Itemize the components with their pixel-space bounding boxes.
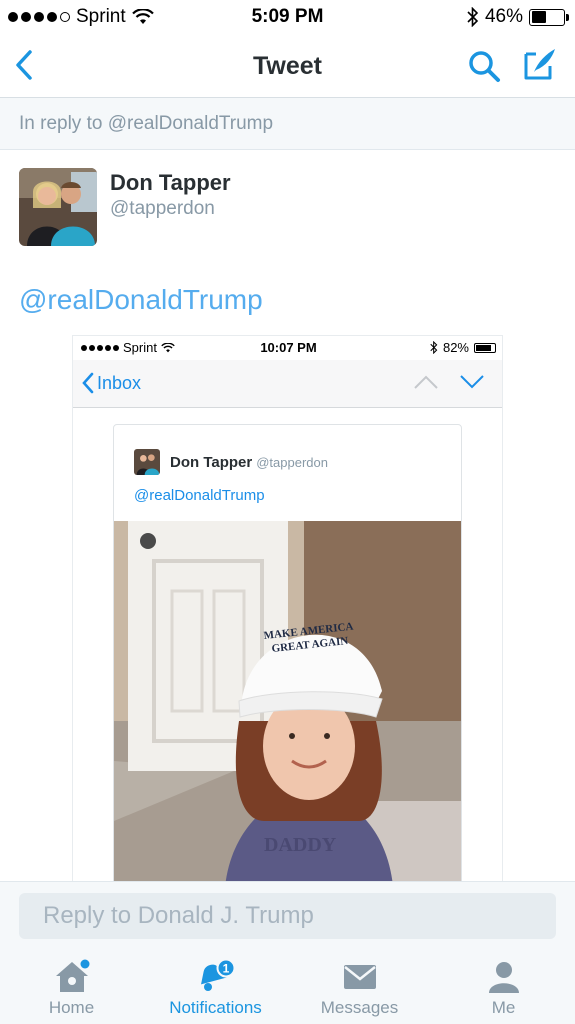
media-tweet-card: Don Tapper @tapperdon @realDonaldTrump MA…	[113, 424, 462, 881]
envelope-icon	[343, 965, 376, 989]
media-author-handle: @tapperdon	[256, 455, 328, 470]
child-photo-image: MAKE AMERICA GREAT AGAIN DADDY	[114, 521, 461, 881]
reply-context-bar[interactable]: In reply to @realDonaldTrump	[0, 98, 575, 150]
media-author-line: Don Tapper @tapperdon	[170, 454, 328, 471]
notifications-bell-icon: 1	[200, 959, 235, 991]
reply-input[interactable]	[19, 893, 556, 939]
tab-bar: Home 1 Notifications Messages Me	[0, 945, 575, 1024]
author-handle: @tapperdon	[110, 198, 215, 219]
navigation-bar: Tweet	[0, 34, 575, 98]
tab-notifications-label: Notifications	[169, 998, 262, 1017]
status-bar: Sprint 5:09 PM 46%	[0, 0, 575, 34]
media-nav-bar: Inbox	[73, 360, 502, 408]
battery-icon	[529, 8, 569, 26]
status-right: 46%	[467, 6, 569, 28]
media-tweet-text: @realDonaldTrump	[134, 487, 265, 504]
bluetooth-icon	[467, 7, 479, 27]
tab-notifications[interactable]: 1 Notifications	[144, 945, 287, 1024]
person-icon	[488, 962, 519, 993]
compose-tweet-icon[interactable]	[522, 46, 558, 82]
tab-me[interactable]: Me	[432, 945, 575, 1024]
reply-context-text: In reply to @realDonaldTrump	[19, 113, 274, 134]
media-battery-percent: 82%	[442, 340, 469, 355]
media-chevron-down-icon	[460, 375, 484, 389]
svg-text:DADDY: DADDY	[264, 834, 337, 856]
tab-home-label: Home	[48, 998, 95, 1017]
home-icon	[55, 959, 89, 992]
tab-me-label: Me	[491, 998, 516, 1017]
media-back-chevron-icon	[82, 372, 94, 394]
media-author-name: Don Tapper	[170, 454, 253, 471]
tab-home[interactable]: Home	[0, 945, 143, 1024]
battery-percent: 46%	[484, 6, 523, 27]
tab-messages[interactable]: Messages	[288, 945, 431, 1024]
reply-bar	[0, 881, 575, 945]
media-bluetooth-icon	[430, 341, 438, 354]
media-avatar	[134, 449, 160, 475]
tab-messages-label: Messages	[320, 998, 399, 1017]
tweet-author[interactable]: Don Tapper @tapperdon	[19, 168, 559, 248]
tweet-mention-link[interactable]: @realDonaldTrump	[19, 284, 263, 316]
avatar[interactable]	[19, 168, 97, 246]
media-inbox-back: Inbox	[81, 372, 141, 394]
media-battery-icon	[474, 342, 496, 353]
media-inbox-label: Inbox	[97, 372, 142, 393]
author-name: Don Tapper	[110, 170, 231, 195]
tweet-media-image[interactable]: Sprint 10:07 PM 82% Inbox Don Tapper @ta…	[72, 335, 503, 882]
search-icon[interactable]	[466, 48, 502, 84]
media-status-bar: Sprint 10:07 PM 82%	[73, 336, 502, 360]
notifications-badge: 1	[222, 962, 229, 976]
media-chevron-up-icon	[414, 375, 438, 389]
